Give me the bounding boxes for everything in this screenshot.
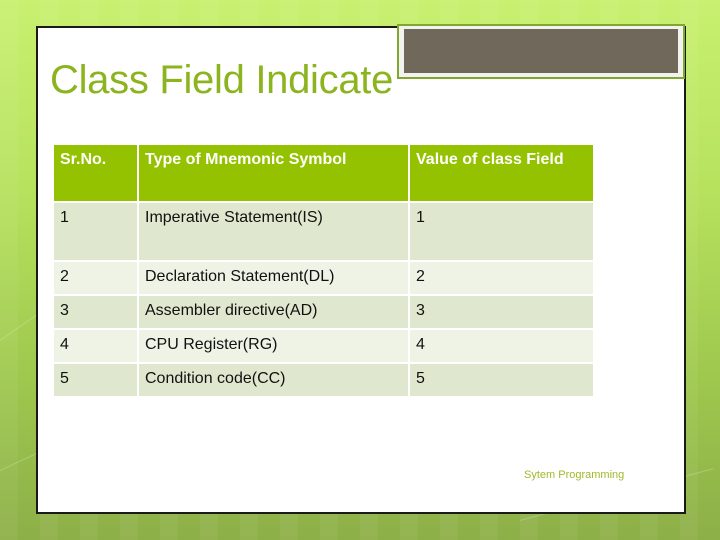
cell-mnemonic-type: CPU Register(RG) (139, 330, 408, 362)
table-row: 1 Imperative Statement(IS) 1 (54, 203, 593, 260)
header-mnemonic-type: Type of Mnemonic Symbol (139, 145, 408, 201)
class-field-table: Sr.No. Type of Mnemonic Symbol Value of … (52, 143, 595, 398)
cell-class-value: 3 (410, 296, 593, 328)
cell-sr-no: 3 (54, 296, 137, 328)
cell-class-value: 5 (410, 364, 593, 396)
cell-mnemonic-type: Assembler directive(AD) (139, 296, 408, 328)
cell-sr-no: 4 (54, 330, 137, 362)
cell-sr-no: 5 (54, 364, 137, 396)
cell-mnemonic-type: Declaration Statement(DL) (139, 262, 408, 294)
cell-mnemonic-type: Imperative Statement(IS) (139, 203, 408, 260)
cell-sr-no: 1 (54, 203, 137, 260)
cell-class-value: 2 (410, 262, 593, 294)
header-decoration-fill (404, 29, 678, 73)
header-decoration-box (397, 24, 685, 79)
cell-sr-no: 2 (54, 262, 137, 294)
header-sr-no: Sr.No. (54, 145, 137, 201)
cell-mnemonic-type: Condition code(CC) (139, 364, 408, 396)
cell-class-value: 4 (410, 330, 593, 362)
table-row: 2 Declaration Statement(DL) 2 (54, 262, 593, 294)
table-header-row: Sr.No. Type of Mnemonic Symbol Value of … (54, 145, 593, 201)
header-class-value: Value of class Field (410, 145, 593, 201)
slide-footer: Sytem Programming (524, 469, 625, 481)
table-row: 3 Assembler directive(AD) 3 (54, 296, 593, 328)
slide-title: Class Field Indicate (50, 58, 394, 102)
table-row: 5 Condition code(CC) 5 (54, 364, 593, 396)
table-row: 4 CPU Register(RG) 4 (54, 330, 593, 362)
cell-class-value: 1 (410, 203, 593, 260)
